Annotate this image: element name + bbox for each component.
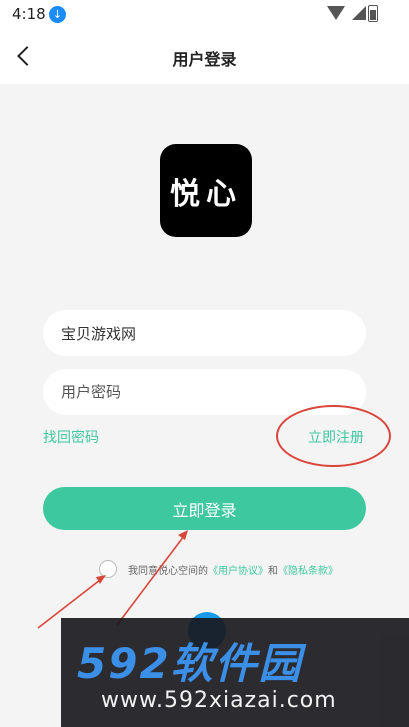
watermark: 592软件园 www.592xiazai.com xyxy=(61,618,409,727)
app-logo: 悦心 xyxy=(160,144,252,237)
agreement-row: 我同意悦心空间的《用户协议》和《隐私条款》 xyxy=(99,559,399,581)
wifi-icon xyxy=(327,6,345,20)
agreement-text: 我同意悦心空间的《用户协议》和《隐私条款》 xyxy=(128,562,338,577)
app-logo-text: 悦心 xyxy=(170,176,242,212)
privacy-policy-link[interactable]: 《隐私条款》 xyxy=(278,566,338,577)
agreement-checkbox[interactable] xyxy=(99,560,117,578)
arrow-to-login-head xyxy=(178,530,188,540)
annotation-circle xyxy=(276,405,391,467)
status-bar: 4:18 ↓ xyxy=(0,0,409,30)
signal-icon xyxy=(352,6,366,20)
page-title: 用户登录 xyxy=(172,50,237,69)
user-agreement-link[interactable]: 《用户协议》 xyxy=(208,566,268,577)
login-button[interactable]: 立即登录 xyxy=(43,487,366,530)
download-icon: ↓ xyxy=(49,6,66,23)
watermark-url: www.592xiazai.com xyxy=(101,688,337,713)
battery-icon xyxy=(368,5,378,22)
account-input[interactable] xyxy=(43,310,366,356)
forgot-password-link[interactable]: 找回密码 xyxy=(43,427,99,447)
watermark-brand: 592软件园 xyxy=(77,639,303,688)
agreement-prefix: 我同意悦心空间的 xyxy=(128,566,208,577)
header: 用户登录 xyxy=(0,30,409,84)
status-time: 4:18 xyxy=(12,5,46,23)
agreement-conjunction: 和 xyxy=(268,566,278,577)
